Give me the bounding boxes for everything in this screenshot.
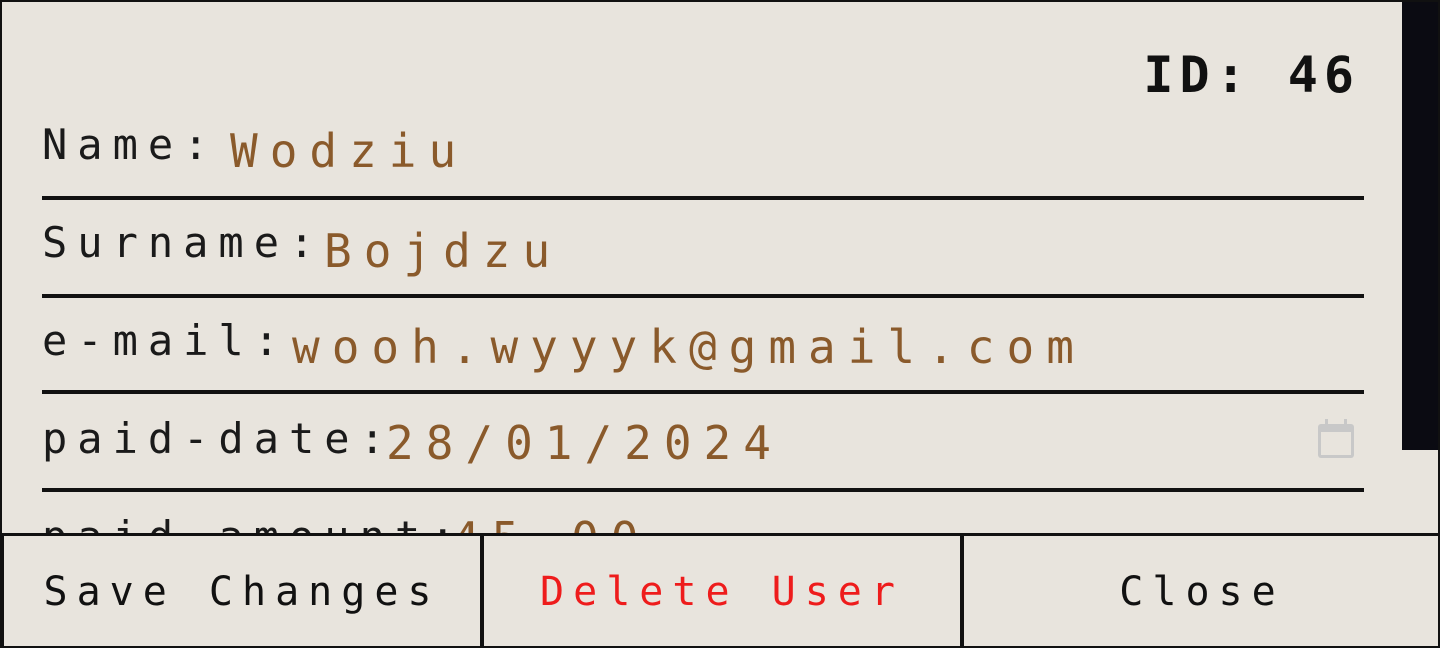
paid-amount-field[interactable]: 45.00 <box>452 512 650 533</box>
delete-user-button[interactable]: Delete User <box>481 533 963 646</box>
paid-amount-label: paid-amount: <box>42 512 465 533</box>
paid-amount-row: paid-amount: 45.00 <box>42 492 1364 533</box>
surname-label: Surname: <box>42 218 325 267</box>
surname-row: Surname: Bojdzu <box>42 200 1364 298</box>
name-field[interactable]: Wodziu <box>230 124 468 178</box>
vertical-scrollbar[interactable] <box>1402 2 1438 533</box>
email-label: e-mail: <box>42 316 290 365</box>
name-row: Name: Wodziu <box>42 102 1364 200</box>
paid-date-label: paid-date: <box>42 414 395 463</box>
surname-field[interactable]: Bojdzu <box>324 224 562 278</box>
paid-date-row: paid-date: 28/01/2024 <box>42 394 1364 492</box>
user-id-label: ID: 46 <box>1143 46 1360 104</box>
name-label: Name: <box>42 120 219 169</box>
email-field[interactable]: wooh.wyyyk@gmail.com <box>292 320 1086 374</box>
paid-date-field[interactable]: 28/01/2024 <box>386 416 783 470</box>
scrollbar-thumb[interactable] <box>1402 2 1438 450</box>
calendar-icon[interactable] <box>1316 418 1356 460</box>
form-scroll-area[interactable]: ID: 46 Name: Wodziu Surname: Bojdzu e-ma… <box>2 2 1400 533</box>
action-bar: Save Changes Delete User Close <box>2 533 1438 646</box>
user-edit-dialog: ID: 46 Name: Wodziu Surname: Bojdzu e-ma… <box>0 0 1440 648</box>
close-button[interactable]: Close <box>961 533 1438 646</box>
email-row: e-mail: wooh.wyyyk@gmail.com <box>42 296 1364 394</box>
save-changes-button[interactable]: Save Changes <box>2 533 483 646</box>
